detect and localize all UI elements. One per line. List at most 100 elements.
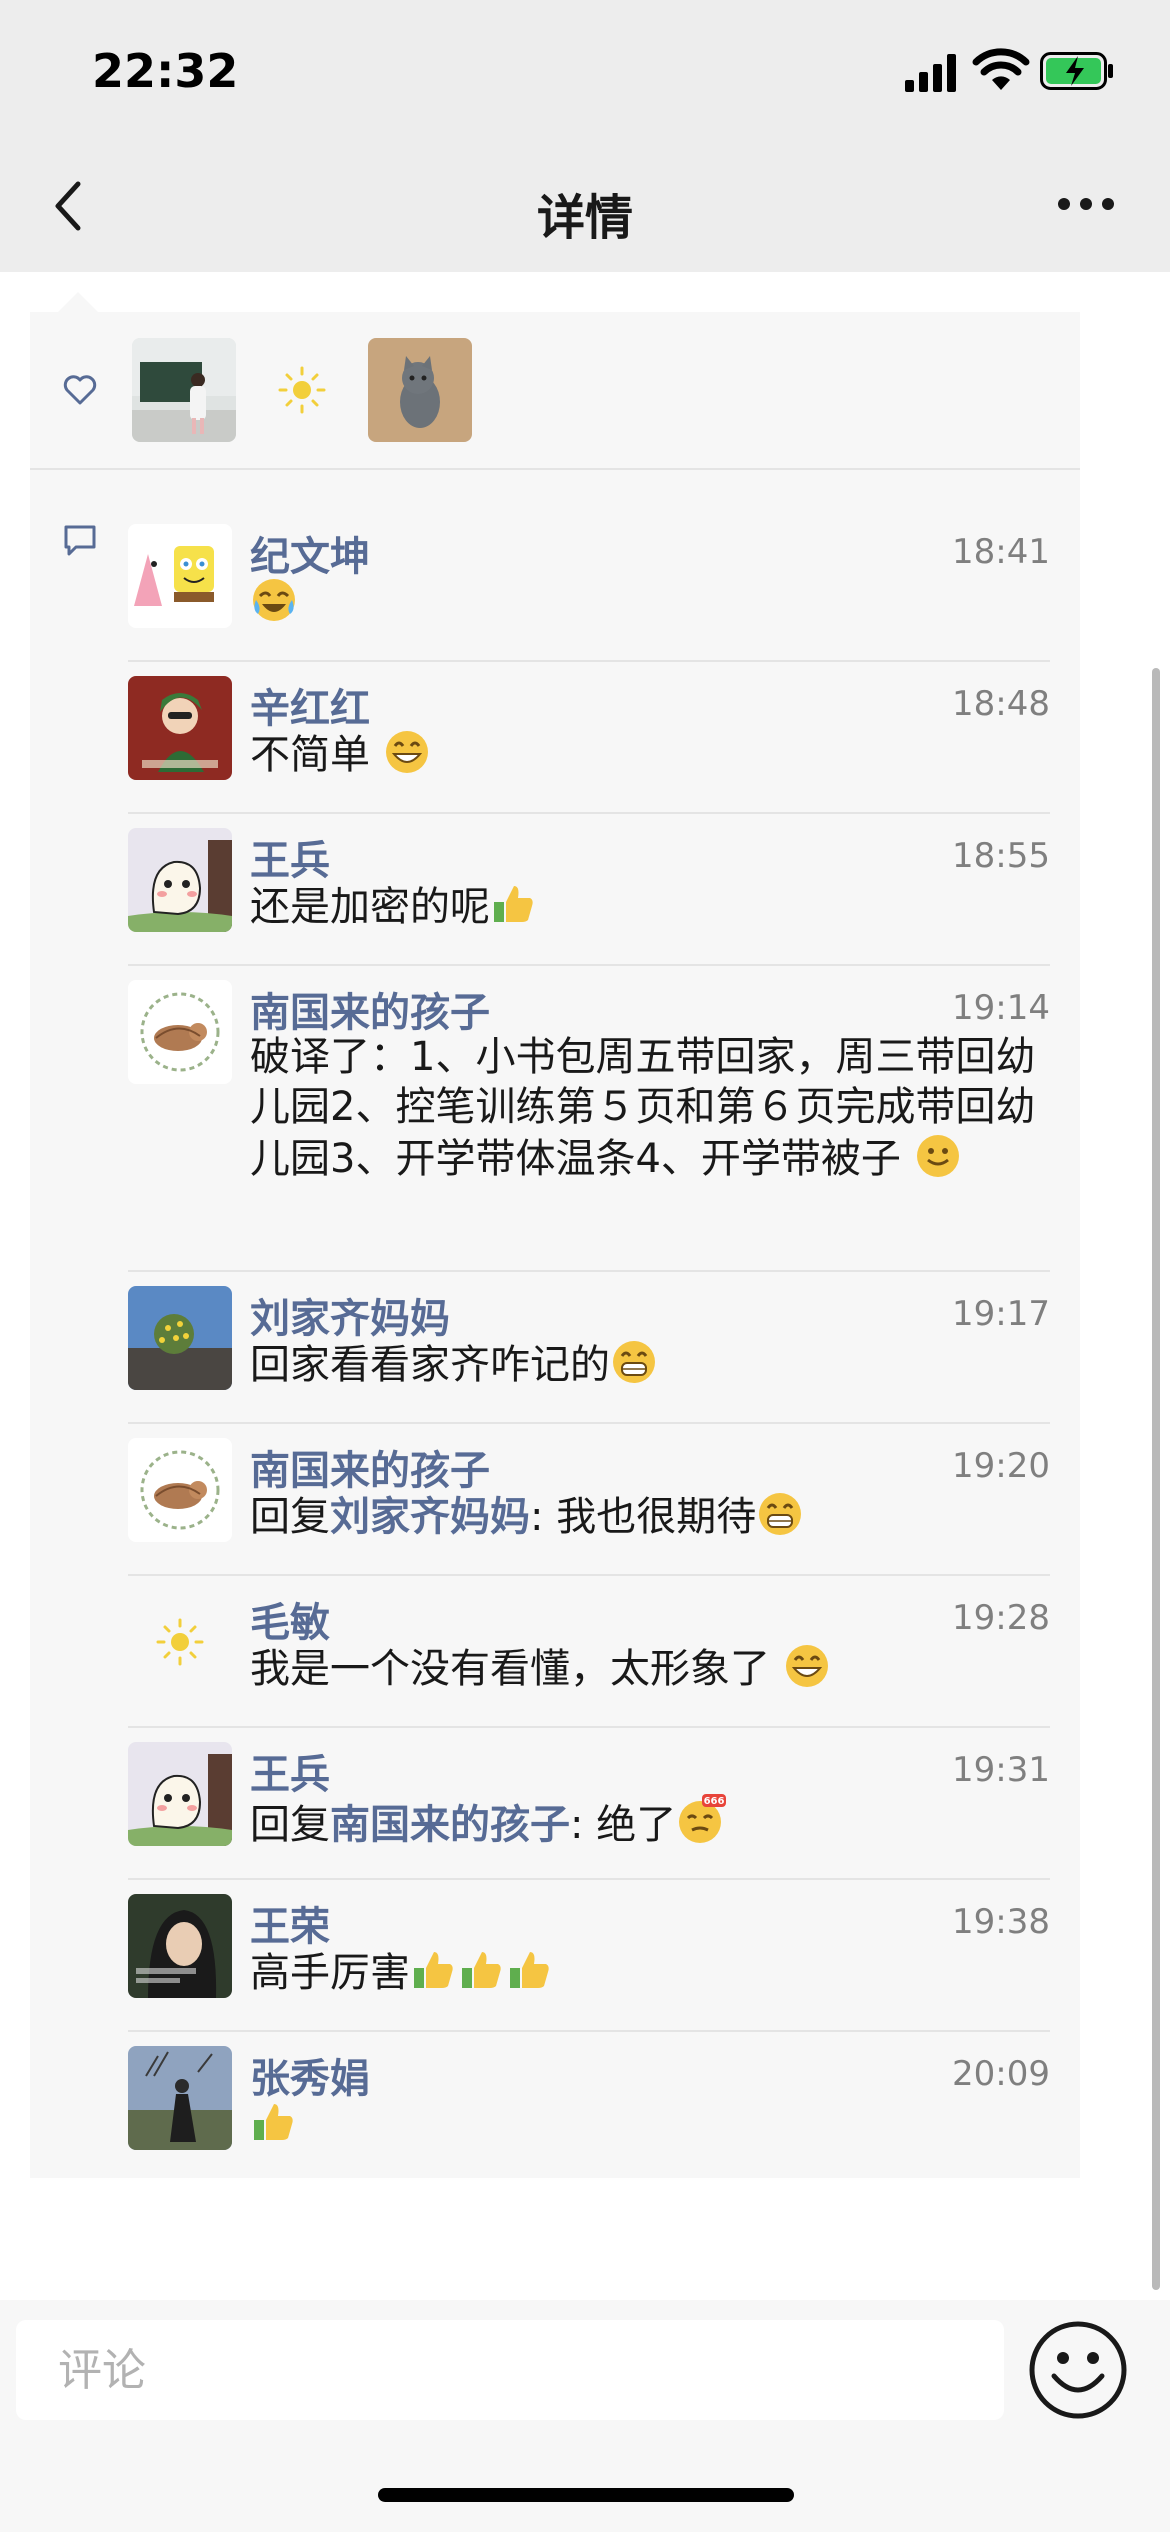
comment-time: 19:17 [952,1294,1050,1334]
comment-time: 19:31 [952,1750,1050,1790]
thumbs-up-emoji-icon [462,1952,501,1988]
grin-emoji-icon [785,1645,828,1687]
comment-item[interactable]: 张秀娟 20:09 [128,2030,1050,2178]
666-emoji-icon: 666 [679,1794,727,1843]
avatar[interactable] [128,1286,232,1390]
comment-text: 回家看看家齐咋记的 [250,1338,1050,1390]
comment-text: 高手厉害 [250,1946,1050,1998]
avatar[interactable] [128,1438,232,1542]
divider [128,964,1050,966]
comment-time: 19:38 [952,1902,1050,1942]
like-avatar-classroom[interactable] [132,338,236,442]
comment-text: 破译了：1、小书包周五带回家，周三带回幼儿园2、控笔训练第５页和第６页完成带回幼… [250,1032,1050,1184]
avatar[interactable] [128,1590,232,1694]
thumbs-up-emoji-icon [414,1952,453,1988]
like-avatar-sun[interactable] [250,338,354,442]
wifi-icon [972,48,1030,90]
comment-text-content: 不简单 [250,732,370,778]
comment-input-box[interactable] [16,2320,1004,2420]
divider [128,1422,1050,1424]
avatar[interactable] [128,2046,232,2150]
commenter-name[interactable]: 王兵 [250,828,330,886]
grin-teeth-emoji-icon [613,1341,655,1383]
top-bar: 22:32 详情 [0,0,1170,272]
comment-item[interactable]: 王兵 19:31 回复南国来的孩子: 绝了 666 [128,1726,1050,1878]
commenter-name[interactable]: 王荣 [250,1894,330,1952]
svg-text:666: 666 [704,1796,725,1807]
divider [128,1878,1050,1880]
commenter-name[interactable]: 毛敏 [250,1590,330,1648]
grin-teeth-emoji-icon [759,1493,802,1535]
comment-text-content: 回家看看家齐咋记的 [250,1342,610,1388]
divider [128,660,1050,662]
comment-item[interactable]: 南国来的孩子 19:14 破译了：1、小书包周五带回家，周三带回幼儿园2、控笔训… [128,964,1050,1270]
reply-to-name[interactable]: 南国来的孩子 [330,1802,570,1848]
laugh-cry-emoji-icon [253,579,295,621]
avatar[interactable] [128,1742,232,1846]
battery-charging-icon [1040,52,1113,90]
like-avatar-kitten[interactable] [368,338,472,442]
commenter-name[interactable]: 南国来的孩子 [250,1438,490,1496]
comment-item[interactable]: 王兵 18:55 还是加密的呢 [128,812,1050,964]
avatar[interactable] [128,1894,232,1998]
comment-item[interactable]: 王荣 19:38 高手厉害 [128,1878,1050,2030]
panel-notch [58,292,98,312]
divider [128,1270,1050,1272]
avatar[interactable] [128,980,232,1084]
avatar[interactable] [128,828,232,932]
comment-text: 我是一个没有看懂，太形象了 [250,1642,1050,1694]
commenter-name[interactable]: 辛红红 [250,676,370,734]
home-indicator [378,2488,794,2502]
comment-item[interactable]: 纪文坤 18:41 [128,508,1050,660]
likes-row [30,312,1080,470]
thumbs-up-emoji-icon [494,886,533,922]
comment-time: 18:55 [952,836,1050,876]
comment-time: 20:09 [952,2054,1050,2094]
comment-text [250,576,1050,628]
cellular-signal-icon [905,52,957,92]
thumbs-up-emoji-icon [254,2104,293,2140]
comment-item[interactable]: 辛红红 18:48 不简单 [128,660,1050,812]
comment-item[interactable]: 毛敏 19:28 我是一个没有看懂，太形象了 [128,1574,1050,1726]
scrollbar[interactable] [1152,668,1160,2290]
commenter-name[interactable]: 王兵 [250,1742,330,1800]
reply-prefix: 回复 [250,1494,330,1540]
comment-bubble-icon [64,525,96,556]
avatar[interactable] [128,676,232,780]
thumbs-up-emoji-icon [510,1952,549,1988]
grin-emoji-icon [385,731,428,773]
comment-text [250,2098,1050,2150]
divider [128,1726,1050,1728]
smile-emoji-icon [916,1135,959,1177]
avatar[interactable] [128,524,232,628]
comment-time: 19:20 [952,1446,1050,1486]
divider [128,1574,1050,1576]
divider [128,812,1050,814]
comment-text-content: 还是加密的呢 [250,884,490,930]
comment-text: 回复南国来的孩子: 绝了 666 [250,1794,1050,1850]
divider [128,2030,1050,2032]
comment-item[interactable]: 南国来的孩子 19:20 回复刘家齐妈妈: 我也很期待 [128,1422,1050,1574]
comment-text-content: : 绝了 [570,1802,677,1848]
status-time: 22:32 [92,44,239,98]
heart-outline-icon [63,375,97,405]
more-dots-icon[interactable] [1058,186,1118,222]
comment-time: 18:41 [952,532,1050,572]
reply-to-name[interactable]: 刘家齐妈妈 [330,1494,530,1540]
commenter-name[interactable]: 刘家齐妈妈 [250,1286,450,1344]
page-title: 详情 [536,190,633,246]
commenter-name[interactable]: 南国来的孩子 [250,980,490,1038]
smiley-face-icon[interactable] [1026,2318,1130,2422]
comment-time: 18:48 [952,684,1050,724]
comment-text-content: 高手厉害 [250,1950,410,1996]
comment-time: 19:14 [952,988,1050,1028]
comment-text: 还是加密的呢 [250,880,1050,932]
comment-time: 19:28 [952,1598,1050,1638]
likes-comments-panel: 纪文坤 18:41 辛红红 18:48 不简单 王兵 18:55 还是加密的呢 … [30,312,1080,2178]
comment-input[interactable] [16,2320,998,2420]
commenter-name[interactable]: 张秀娟 [250,2046,370,2104]
commenter-name[interactable]: 纪文坤 [250,524,370,582]
comment-text-content: 我是一个没有看懂，太形象了 [250,1646,770,1692]
comment-item[interactable]: 刘家齐妈妈 19:17 回家看看家齐咋记的 [128,1270,1050,1422]
comment-text: 回复刘家齐妈妈: 我也很期待 [250,1490,1050,1542]
